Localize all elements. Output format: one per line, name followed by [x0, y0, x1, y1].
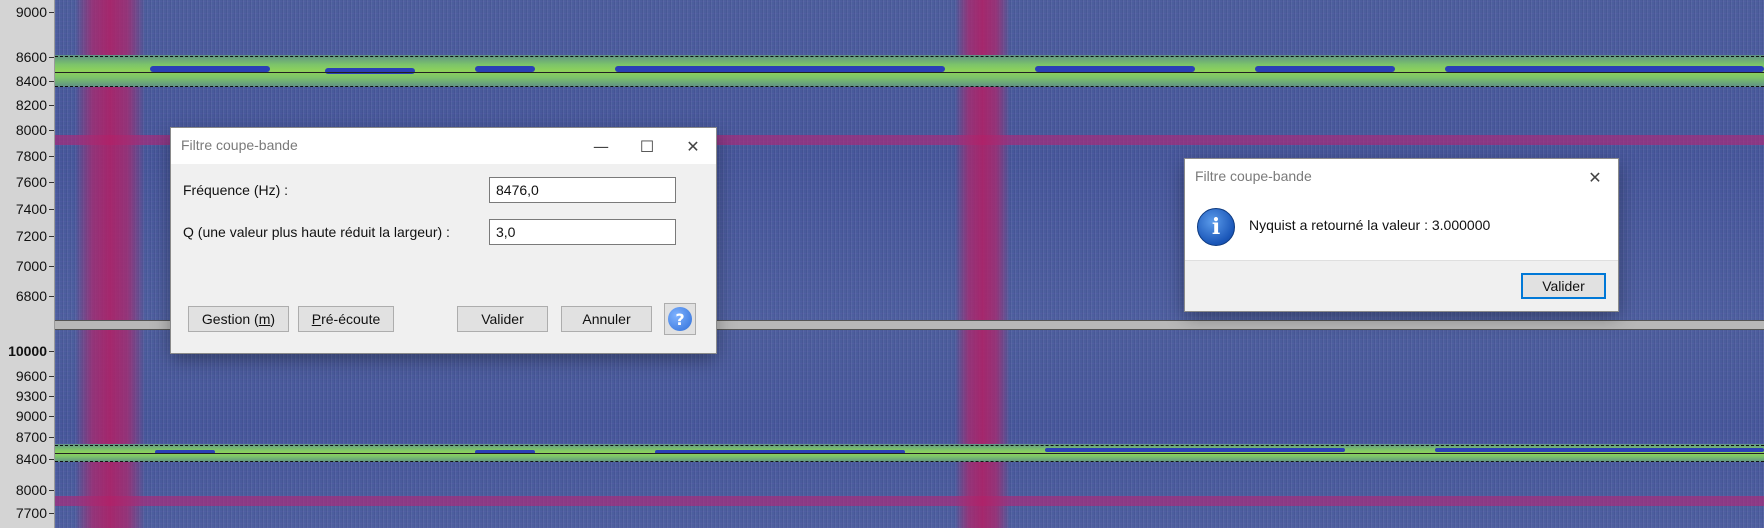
q-input[interactable]: [489, 219, 676, 245]
ruler-tick-mark: [49, 396, 54, 397]
ruler-tick: 8000: [15, 482, 47, 498]
ruler-tick-mark: [49, 156, 54, 157]
message-ok-button[interactable]: Valider: [1521, 273, 1606, 299]
band-energy: [1435, 448, 1764, 452]
ruler-tick: 10000: [8, 343, 47, 359]
maximize-icon: ☐: [639, 136, 655, 156]
ruler-tick: 8700: [15, 429, 47, 445]
ruler-tick: 8200: [15, 97, 47, 113]
ruler-tick: 7700: [15, 505, 47, 521]
dialog-title: Filtre coupe-bande: [181, 137, 298, 153]
ruler-tick: 8400: [15, 451, 47, 467]
ruler-tick-mark: [49, 209, 54, 210]
ruler-tick-mark: [49, 416, 54, 417]
cancel-button[interactable]: Annuler: [561, 306, 652, 332]
band-energy: [325, 68, 415, 74]
pink-transient-column: [75, 328, 145, 528]
help-button[interactable]: ?: [664, 303, 696, 335]
ruler-tick-mark: [49, 459, 54, 460]
close-icon: ✕: [1588, 167, 1602, 187]
ruler-tick: 7200: [15, 228, 47, 244]
close-button[interactable]: ✕: [670, 128, 716, 164]
info-icon: i: [1197, 208, 1235, 246]
band-upper-edge: [55, 445, 1764, 446]
ruler-tick-mark: [49, 376, 54, 377]
ruler-tick-mark: [49, 490, 54, 491]
help-icon: ?: [668, 307, 692, 331]
ruler-tick-mark: [49, 437, 54, 438]
ruler-tick-mark: [49, 513, 54, 514]
ruler-tick: 9000: [15, 408, 47, 424]
frequency-label: Fréquence (Hz) :: [183, 182, 289, 198]
ruler-tick: 7800: [15, 148, 47, 164]
nyquist-message-dialog[interactable]: Filtre coupe-bande ✕ i Nyquist a retourn…: [1185, 159, 1618, 311]
ok-button[interactable]: Valider: [457, 306, 548, 332]
band-lower-edge: [55, 461, 1764, 462]
preview-button[interactable]: Pré-écoute: [298, 306, 394, 332]
ruler-tick: 7600: [15, 174, 47, 190]
ruler-tick-mark: [49, 57, 54, 58]
frequency-ruler[interactable]: 9000 8600 8400 8200 8000 7800 7600 7400 …: [0, 0, 55, 528]
manage-button[interactable]: Gestion (m): [188, 306, 289, 332]
ruler-tick-mark: [49, 236, 54, 237]
ruler-tick-mark: [49, 351, 54, 352]
manage-button-label-prefix: Gestion (: [201, 311, 259, 327]
manage-button-accel: m: [258, 311, 271, 327]
pink-transient-column: [955, 0, 1010, 322]
ruler-tick-mark: [49, 296, 54, 297]
ruler-tick: 9000: [15, 4, 47, 20]
ruler-tick: 7000: [15, 258, 47, 274]
frequency-input[interactable]: [489, 177, 676, 203]
ruler-tick-mark: [49, 130, 54, 131]
ruler-tick-mark: [49, 105, 54, 106]
band-upper-edge: [55, 56, 1764, 57]
ruler-tick: 9300: [15, 388, 47, 404]
ruler-tick: 8600: [15, 49, 47, 65]
message-close-button[interactable]: ✕: [1572, 159, 1618, 195]
message-text: Nyquist a retourné la valeur : 3.000000: [1249, 217, 1491, 233]
band-energy: [1045, 448, 1345, 452]
ruler-tick-mark: [49, 182, 54, 183]
band-center-line: [55, 453, 1764, 454]
band-lower-edge: [55, 86, 1764, 87]
pink-harmonic-stripe: [55, 496, 1764, 506]
message-title: Filtre coupe-bande: [1195, 168, 1312, 184]
ruler-tick-mark: [49, 12, 54, 13]
pink-transient-column: [75, 0, 145, 322]
ruler-tick-mark: [49, 81, 54, 82]
notch-filter-dialog[interactable]: Filtre coupe-bande — ☐ ✕ Fréquence (Hz) …: [171, 128, 716, 353]
spectrogram-track-2[interactable]: [55, 328, 1764, 528]
ruler-tick-mark: [49, 266, 54, 267]
ruler-tick: 9600: [15, 368, 47, 384]
message-titlebar[interactable]: Filtre coupe-bande ✕: [1185, 159, 1618, 195]
ruler-tick: 6800: [15, 288, 47, 304]
preview-button-accel: P: [311, 311, 322, 327]
minimize-icon: —: [593, 136, 609, 156]
preview-button-label: ré-écoute: [321, 311, 381, 327]
ruler-tick: 7400: [15, 201, 47, 217]
manage-button-label-suffix: ): [270, 311, 276, 327]
close-icon: ✕: [686, 136, 700, 156]
minimize-button[interactable]: —: [578, 128, 624, 164]
band-center-line: [55, 72, 1764, 73]
q-label: Q (une valeur plus haute réduit la large…: [183, 224, 450, 240]
ruler-tick: 8400: [15, 73, 47, 89]
dialog-titlebar[interactable]: Filtre coupe-bande — ☐ ✕: [171, 128, 716, 164]
message-footer: Valider: [1185, 260, 1618, 311]
ruler-tick: 8000: [15, 122, 47, 138]
pink-transient-column: [955, 328, 1010, 528]
maximize-button[interactable]: ☐: [624, 128, 670, 164]
